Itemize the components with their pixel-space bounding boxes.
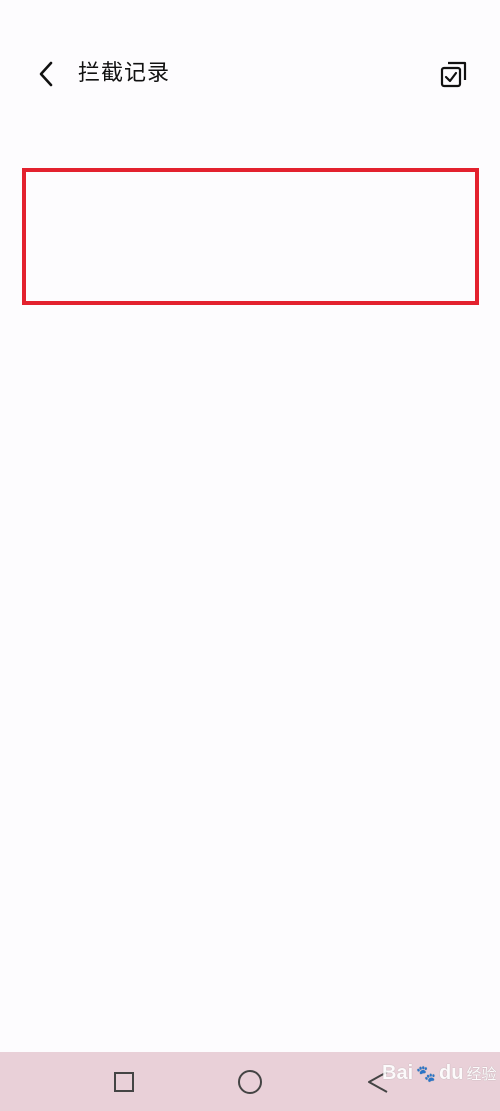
watermark-suffix: 经验 bbox=[466, 1066, 497, 1083]
multi-select-button[interactable] bbox=[438, 58, 470, 90]
home-button[interactable] bbox=[232, 1064, 268, 1100]
paw-icon: 🐾 bbox=[416, 1065, 437, 1083]
square-icon bbox=[114, 1072, 134, 1092]
multi-select-icon bbox=[440, 61, 467, 88]
highlight-annotation-box bbox=[22, 168, 479, 305]
baidu-jingyan-watermark: Bai 🐾 du 经验 bbox=[382, 1062, 497, 1085]
back-button[interactable] bbox=[30, 58, 62, 90]
circle-icon bbox=[238, 1070, 262, 1094]
page-title: 拦截记录 bbox=[78, 61, 171, 86]
chevron-left-icon bbox=[39, 61, 53, 87]
top-app-bar: 拦截记录 bbox=[0, 0, 500, 140]
watermark-brand: Bai bbox=[382, 1062, 414, 1084]
watermark-paw-text: du bbox=[439, 1062, 464, 1084]
recent-apps-button[interactable] bbox=[106, 1064, 142, 1100]
